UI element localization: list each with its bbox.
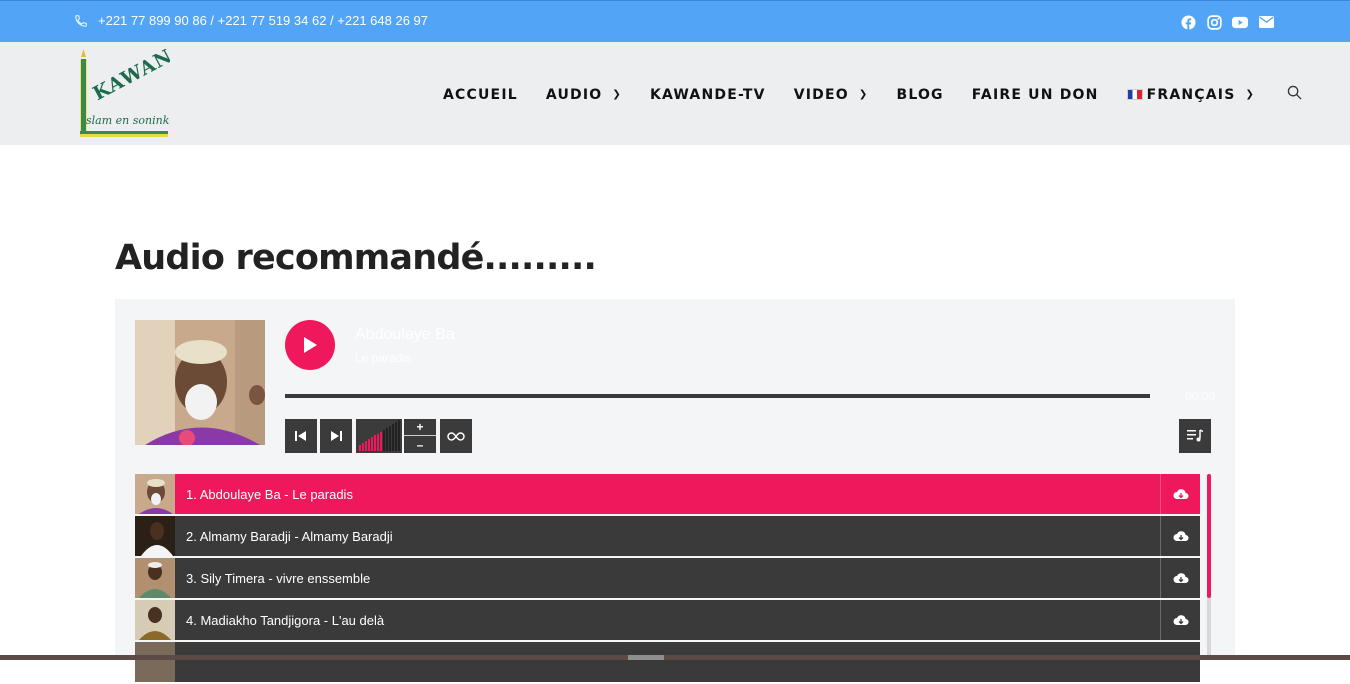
track-thumbnail [135,600,175,640]
nav-label: BLOG [896,86,944,103]
nav-kawande-tv[interactable]: KAWANDE-TV [650,87,766,103]
volume-bar[interactable] [368,439,370,451]
volume-bar[interactable] [383,430,385,451]
playlist-item[interactable]: 1. Abdoulaye Ba - Le paradis [135,474,1200,514]
track-label: 2. Almamy Baradji - Almamy Baradji [186,528,393,544]
track-thumbnail [135,642,175,682]
cloud-download-icon [1173,531,1189,542]
volume-bar[interactable] [386,428,388,451]
progress-bar[interactable] [285,394,1150,398]
volume-bar[interactable] [389,426,391,451]
volume-bars[interactable] [356,419,402,453]
nav-accueil[interactable]: ACCUEIL [443,87,518,103]
playlist-scrollbar-thumb[interactable] [1207,474,1211,598]
volume-down-button[interactable]: – [404,436,436,453]
france-flag-icon [1126,89,1143,100]
volume-bar[interactable] [359,445,361,451]
site-logo[interactable]: KAWANDE slam en soninké [78,29,205,139]
playlist-toggle-button[interactable] [1179,419,1211,453]
language-label: FRANÇAIS [1146,86,1236,103]
cloud-download-icon [1173,489,1189,500]
chevron-down-icon: ❯ [612,89,622,100]
volume-bar[interactable] [395,422,397,451]
nav-label: ACCUEIL [443,86,518,103]
playlist-item[interactable] [135,642,1200,682]
main-nav: ACCUEIL AUDIO ❯ KAWANDE-TV VIDEO ❯ BLOG FA… [443,85,1302,104]
language-selector[interactable]: FRANÇAIS ❯ [1126,86,1256,103]
top-bar: +221 77 899 90 86 / +221 77 519 34 62 / … [0,0,1350,42]
infinity-icon [447,431,465,441]
phone-icon [75,14,87,27]
download-button[interactable] [1160,558,1200,598]
track-time: 00:00 [1184,389,1215,403]
volume-bar[interactable] [374,435,376,451]
youtube-icon[interactable] [1232,14,1248,30]
album-cover [135,320,265,445]
playlist: 1. Abdoulaye Ba - Le paradis 2. Almamy B… [135,474,1200,684]
volume-bar[interactable] [377,434,379,451]
volume-up-button[interactable]: + [404,419,436,436]
download-button[interactable] [1160,600,1200,640]
track-label: 4. Madiakho Tandjigora - L'au delà [186,612,385,628]
track-label: 1. Abdoulaye Ba - Le paradis [186,486,353,502]
previous-icon [295,431,306,441]
download-button[interactable] [1160,516,1200,556]
page-title: Audio recommandé......... [115,238,597,278]
track-title: Le paradis [355,351,412,365]
nav-label: VIDEO [793,86,849,103]
playlist-item[interactable]: 4. Madiakho Tandjigora - L'au delà [135,600,1200,640]
site-header: KAWANDE slam en soninké ACCUEIL AUDIO ❯ K… [0,29,1350,145]
volume-bar[interactable] [362,443,364,451]
volume-bar[interactable] [398,420,400,451]
next-button[interactable] [320,419,352,453]
svg-text:slam en soninké: slam en soninké [86,114,170,127]
track-thumbnail [135,474,175,514]
nav-faire-un-don[interactable]: FAIRE UN DON [972,87,1099,103]
playlist-item[interactable]: 2. Almamy Baradji - Almamy Baradji [135,516,1200,556]
svg-text:KAWANDE: KAWANDE [89,49,170,105]
instagram-icon[interactable] [1206,14,1222,30]
volume-bar[interactable] [365,441,367,451]
playlist-icon [1187,429,1203,442]
nav-label: KAWANDE-TV [649,86,766,103]
play-button[interactable] [285,320,335,370]
track-artist: Abdoulaye Ba [355,326,455,343]
next-icon [331,431,342,441]
audio-player: Abdoulaye Ba Le paradis 00:00 + – 1. Abd… [115,299,1235,682]
previous-button[interactable] [285,419,317,453]
social-links [1180,14,1274,30]
play-icon [304,337,317,353]
mail-icon[interactable] [1258,14,1274,30]
search-icon[interactable] [1287,85,1302,104]
phone-numbers: +221 77 899 90 86 / +221 77 519 34 62 / … [98,13,428,28]
volume-bar[interactable] [371,437,373,451]
facebook-icon[interactable] [1180,14,1196,30]
loop-button[interactable] [440,419,472,453]
nav-label: FAIRE UN DON [971,86,1099,103]
chevron-down-icon: ❯ [858,89,869,100]
track-thumbnail [135,516,175,556]
volume-bar[interactable] [380,432,382,451]
nav-video[interactable]: VIDEO ❯ [794,87,869,103]
contact-phone: +221 77 899 90 86 / +221 77 519 34 62 / … [74,13,428,28]
track-thumbnail [135,558,175,598]
volume-stepper: + – [404,419,436,453]
bottom-bar-handle [628,655,664,660]
track-label: 3. Sily Timera - vivre enssemble [186,570,371,586]
nav-audio[interactable]: AUDIO ❯ [546,87,622,103]
cloud-download-icon [1173,573,1189,584]
nav-blog[interactable]: BLOG [896,87,943,103]
volume-bar[interactable] [392,424,394,451]
playlist-item[interactable]: 3. Sily Timera - vivre enssemble [135,558,1200,598]
download-button[interactable] [1160,474,1200,514]
chevron-down-icon: ❯ [1245,89,1256,100]
cloud-download-icon [1173,615,1189,626]
nav-label: AUDIO [545,86,603,103]
bottom-bar [0,655,1350,660]
